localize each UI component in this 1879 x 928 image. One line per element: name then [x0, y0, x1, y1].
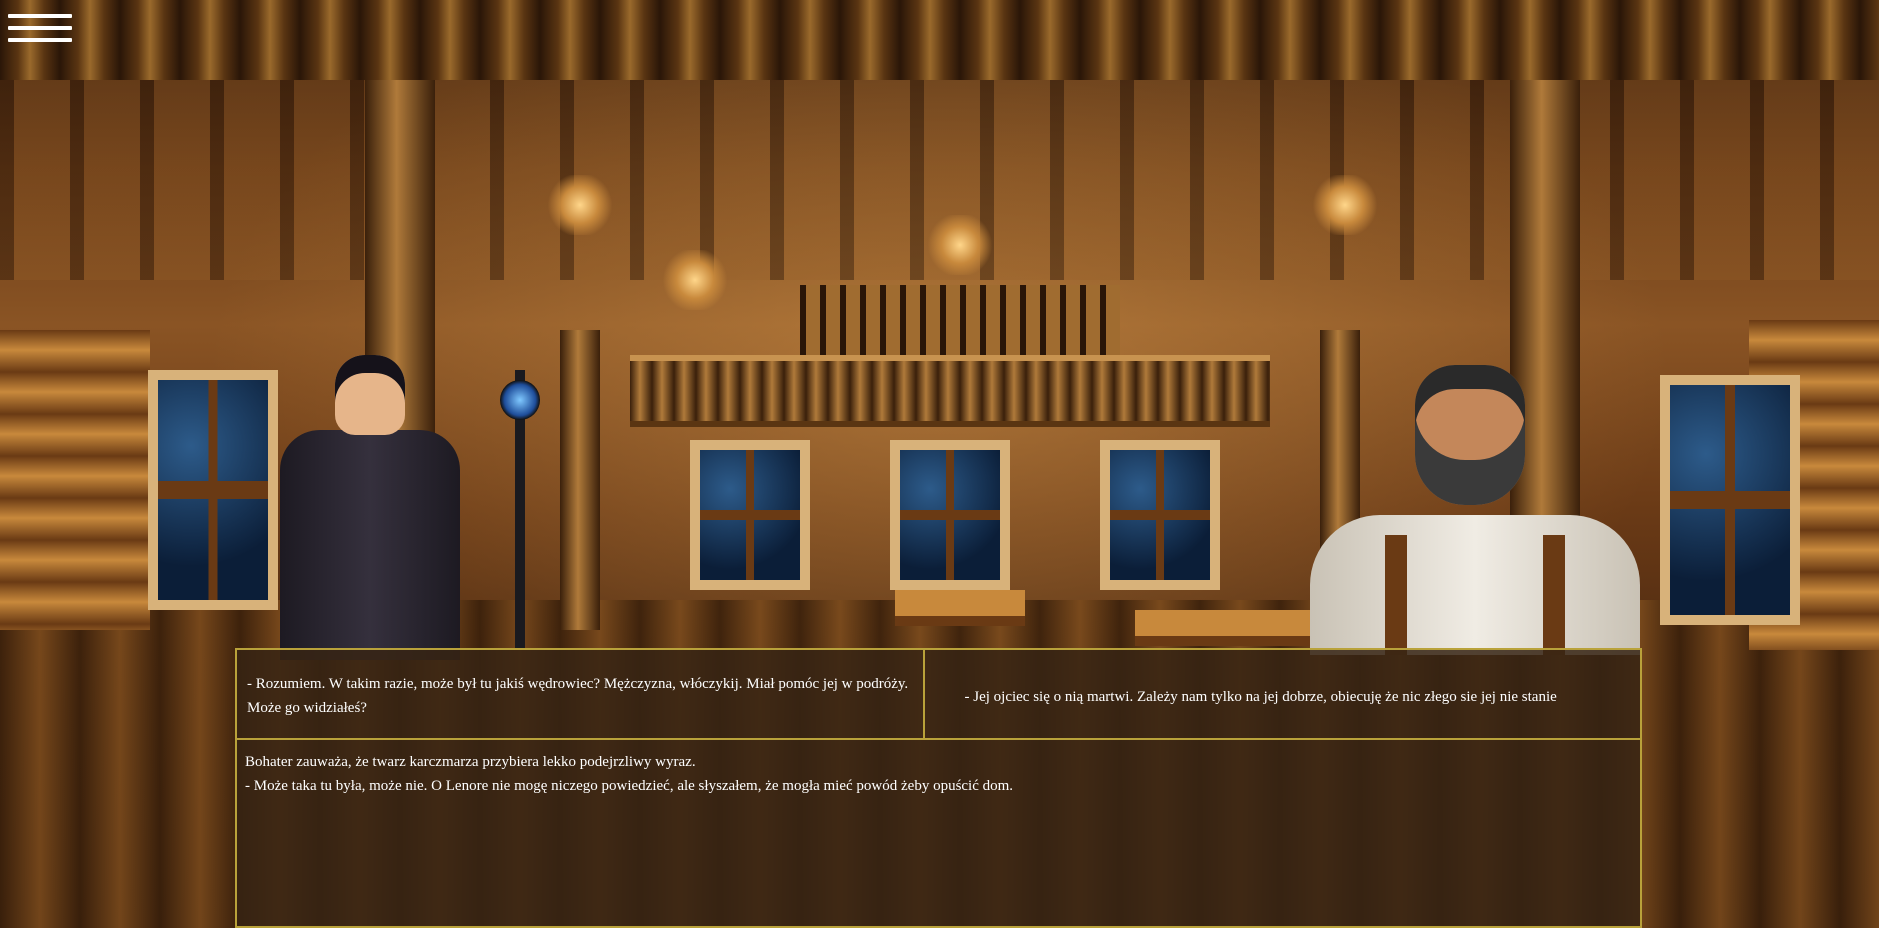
wooden-pillar-inner-left [560, 330, 600, 630]
hamburger-menu-icon[interactable] [8, 14, 72, 50]
carved-ceiling [0, 0, 1879, 80]
dialogue-choice-2[interactable]: - Jej ojciec się o nią martwi. Zależy na… [924, 648, 1642, 740]
window-right [1660, 375, 1800, 625]
narration-line-2: - Może taka tu była, może nie. O Lenore … [245, 778, 1014, 794]
innkeeper-shirt [1310, 515, 1640, 655]
carved-balcony [630, 355, 1270, 427]
innkeeper-character-sprite [1310, 365, 1640, 655]
menu-bar [8, 14, 72, 18]
suspender-strap [1543, 535, 1565, 655]
hero-head [335, 355, 405, 435]
chandelier [1310, 175, 1380, 235]
window-back-3 [1100, 440, 1220, 590]
hero-coat [280, 430, 460, 660]
window-back-2 [890, 440, 1010, 590]
narration-line-1: Bohater zauważa, że twarz karczmarza prz… [245, 754, 696, 770]
chandelier [925, 215, 995, 275]
window-left [148, 370, 278, 610]
tavern-table [1135, 610, 1315, 646]
innkeeper-head [1415, 365, 1525, 505]
chandelier [660, 250, 730, 310]
dialogue-choices: - Rozumiem. W takim razie, może był tu j… [235, 648, 1642, 740]
hero-character-sprite [270, 355, 470, 660]
menu-bar [8, 26, 72, 30]
chandelier [545, 175, 615, 235]
log-wall-left [0, 330, 150, 630]
suspender-strap [1385, 535, 1407, 655]
staff-orb-icon [500, 380, 540, 420]
dialogue-choice-1[interactable]: - Rozumiem. W takim razie, może był tu j… [235, 648, 925, 740]
window-back-1 [690, 440, 810, 590]
narration-box: Bohater zauważa, że twarz karczmarza prz… [235, 740, 1642, 928]
menu-bar [8, 38, 72, 42]
tavern-table [895, 590, 1025, 626]
game-scene: - Rozumiem. W takim razie, może był tu j… [0, 0, 1879, 928]
balcony-railing [800, 285, 1120, 355]
